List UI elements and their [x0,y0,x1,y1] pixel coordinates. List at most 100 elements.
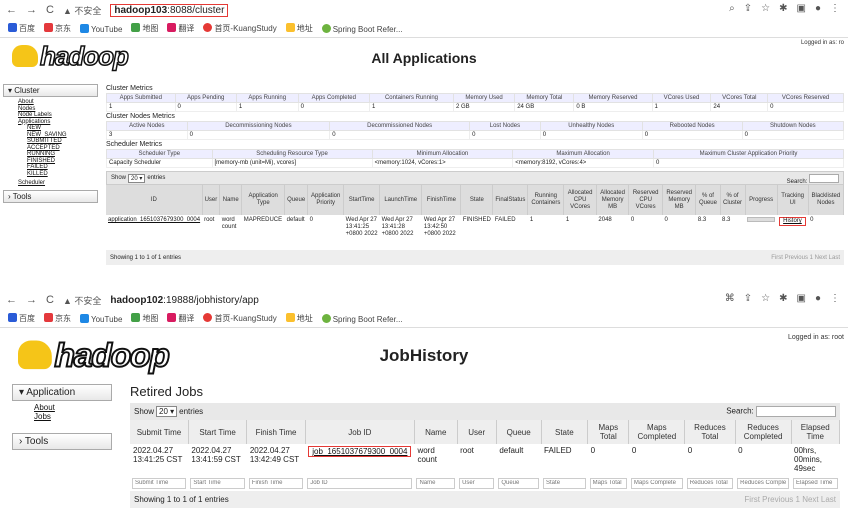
node-metric-value[interactable]: 0 [186,130,331,140]
bookmark-translate[interactable]: 翻译 [167,23,194,34]
bookmark-address[interactable]: 地址 [285,23,313,34]
column-header[interactable]: Reduces Completed [735,420,792,444]
bookmark-translate[interactable]: 翻译 [167,313,194,324]
column-header[interactable]: Tracking UI [777,185,809,215]
column-header[interactable]: Application Priority [307,185,345,215]
node-metric-value[interactable]: 0 [741,130,845,140]
share-icon[interactable]: ⇪ [744,3,752,14]
column-header[interactable]: Finish Time [246,420,306,444]
column-header[interactable]: Running Containers [527,185,565,215]
column-header[interactable]: Queue [496,420,542,444]
sidebar-item-about[interactable]: About [12,403,112,412]
search-input[interactable] [756,406,836,417]
column-header[interactable]: Job ID [305,420,415,444]
column-header[interactable]: Application Type [241,185,286,215]
bookmark-address[interactable]: 地址 [285,313,313,324]
sidebar-tools-header[interactable]: › Tools [12,433,112,450]
entries-select[interactable]: 20 ▾ [128,173,146,183]
column-filter-input[interactable] [543,477,586,489]
column-header[interactable]: % of Queue [695,185,721,215]
security-warning[interactable]: ▲ 不安全 [63,4,101,17]
bookmark-youtube[interactable]: YouTube [80,313,122,324]
menu-icon[interactable]: ⋮ [830,293,840,304]
sidebar-tools-header[interactable]: › Tools [3,189,98,203]
back-icon[interactable]: ← [6,294,17,306]
security-warning[interactable]: ▲ 不安全 [63,294,101,307]
column-header[interactable]: Allocated Memory MB [596,185,630,215]
column-header[interactable]: User [457,420,497,444]
profile-icon[interactable]: ● [815,3,821,14]
bookmark-kuang[interactable]: 首页-KuangStudy [203,23,277,34]
bookmark-spring[interactable]: Spring Boot Refer... [321,23,403,34]
column-header[interactable]: Reduces Total [684,420,736,444]
node-metric-value[interactable]: 0 [641,130,743,140]
column-header[interactable]: User [202,185,221,215]
node-metric-value[interactable]: 0 [469,130,541,140]
column-filter-input[interactable] [307,477,413,489]
node-metric-value[interactable]: 3 [106,130,188,140]
forward-icon[interactable]: → [26,4,37,16]
column-header[interactable]: LaunchTime [379,185,423,215]
bookmark-kuang[interactable]: 首页-KuangStudy [203,313,277,324]
sidebar-item-killed[interactable]: KILLED [3,171,98,178]
column-filter-input[interactable] [132,477,187,489]
sidebar-cluster-header[interactable]: ▾ Cluster [3,84,98,97]
column-header[interactable]: Name [414,420,458,444]
pagination[interactable]: First Previous 1 Next Last [744,495,836,504]
sidebar-item-jobs[interactable]: Jobs [12,412,112,421]
job-id-link[interactable]: job_1651037679300_0004 [308,446,412,457]
column-filter-input[interactable] [190,477,245,489]
share-icon[interactable]: ⇪ [744,293,752,304]
column-header[interactable]: Progress [745,185,778,215]
translate-icon[interactable]: ⌘ [725,293,735,304]
column-header[interactable]: ID [106,185,203,215]
sidepanel-icon[interactable]: ▣ [797,293,806,304]
bookmark-jd[interactable]: 京东 [44,23,71,34]
extensions-icon[interactable]: ✱ [779,3,787,14]
column-header[interactable]: Reserved CPU VCores [628,185,663,215]
sidepanel-icon[interactable]: ▣ [797,3,806,14]
column-header[interactable]: Elapsed Time [791,420,840,444]
address-bar[interactable]: ← → C ▲ 不安全 hadoop102:19888/jobhistory/a… [0,290,848,310]
entries-select[interactable]: 20 ▾ [156,406,178,417]
column-filter-input[interactable] [248,477,304,489]
bookmark-maps[interactable]: 地图 [131,23,158,34]
extensions-icon[interactable]: ✱ [779,293,787,304]
history-link[interactable]: History [779,217,806,226]
reload-icon[interactable]: C [46,294,54,306]
column-filter-input[interactable] [793,477,838,489]
column-header[interactable]: FinishTime [421,185,462,215]
search-input[interactable] [809,174,839,183]
column-header[interactable]: Submit Time [130,420,189,444]
bookmark-youtube[interactable]: YouTube [80,23,122,34]
column-filter-input[interactable] [630,477,683,489]
pagination[interactable]: First Previous 1 Next Last [771,255,840,261]
column-header[interactable]: Maps Completed [628,420,686,444]
column-header[interactable]: Reserved Memory MB [662,185,697,215]
column-filter-input[interactable] [416,477,456,489]
column-header[interactable]: FinalStatus [492,185,529,215]
url-text[interactable]: hadoop103:8088/cluster [110,3,229,17]
column-header[interactable]: State [460,185,494,215]
bookmark-maps[interactable]: 地图 [131,313,158,324]
application-id-link[interactable]: application_1651037679300_0004 [108,217,200,223]
column-filter-input[interactable] [686,477,734,489]
column-header[interactable]: State [541,420,589,444]
bookmark-baidu[interactable]: 百度 [8,313,35,324]
column-header[interactable]: Name [219,185,243,215]
menu-icon[interactable]: ⋮ [830,3,840,14]
sidebar-item-scheduler[interactable]: Scheduler [3,180,98,187]
bookmark-jd[interactable]: 京东 [44,313,71,324]
back-icon[interactable]: ← [6,4,17,16]
column-header[interactable]: % of Cluster [720,185,746,215]
column-header[interactable]: Start Time [188,420,248,444]
column-header[interactable]: Blacklisted Nodes [808,185,845,215]
bookmark-spring[interactable]: Spring Boot Refer... [321,313,403,324]
column-header[interactable]: Maps Total [587,420,630,444]
zoom-icon[interactable]: ⌕ [729,3,735,14]
url-text[interactable]: hadoop102:19888/jobhistory/app [110,295,258,306]
address-bar[interactable]: ← → C ▲ 不安全 hadoop103:8088/cluster ⌕ ⇪ ☆ ✱ ▣… [0,0,848,20]
reload-icon[interactable]: C [46,4,54,16]
column-filter-input[interactable] [498,477,540,489]
column-header[interactable]: Allocated CPU VCores [563,185,597,215]
